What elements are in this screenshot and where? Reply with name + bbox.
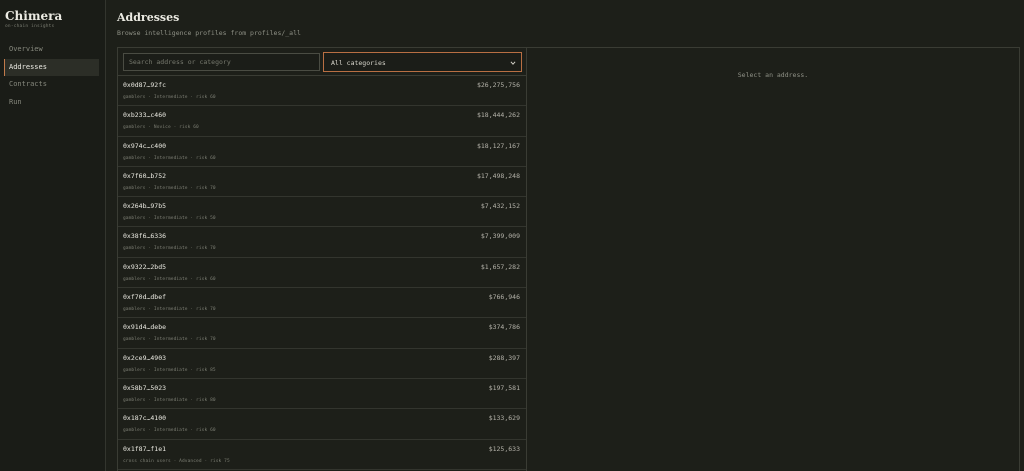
address-label: 0xf70d…dbef — [123, 293, 167, 302]
address-meta: gamblers · Intermediate · risk 60 — [123, 155, 216, 161]
address-label: 0x91d4…debe — [123, 323, 167, 332]
address-value: $7,399,009 — [480, 232, 520, 241]
page-subtitle: Browse intelligence profiles from profil… — [117, 29, 301, 37]
address-label: 0x2ce9…4903 — [123, 353, 167, 362]
address-label: 0x9322…2bd5 — [123, 262, 167, 271]
category-select-value: All categories — [331, 59, 386, 67]
address-meta: gamblers · Intermediate · risk 70 — [123, 337, 216, 343]
address-row[interactable]: 0x7f60…b752 gamblers · Intermediate · ris… — [118, 167, 526, 198]
address-row[interactable]: 0x2ce9…4903 gamblers · Intermediate · ris… — [118, 349, 526, 379]
address-label: 0x187c…4100 — [123, 414, 167, 423]
address-label: 0x58b7…5023 — [123, 383, 167, 392]
sidebar: Chimera on-chain insights Overview Addre… — [0, 0, 106, 471]
address-meta: gamblers · Intermediate · risk 80 — [123, 397, 216, 403]
address-label: 0x264b…97b5 — [123, 202, 167, 211]
address-meta: gamblers · Intermediate · risk 70 — [123, 185, 216, 191]
address-label: 0xb233…c460 — [123, 111, 167, 120]
address-value: $1,657,282 — [480, 262, 520, 271]
address-meta: cross chain users · Advanced · risk 75 — [123, 458, 230, 464]
page-title: Addresses — [117, 11, 180, 24]
address-meta: gamblers · Intermediate · risk 50 — [123, 216, 216, 222]
address-value: $17,498,248 — [476, 171, 520, 180]
address-label: 0x7f60…b752 — [123, 171, 167, 180]
sidebar-item-contracts[interactable]: Contracts — [4, 76, 99, 93]
sidebar-nav: Overview Addresses Contracts Run — [4, 41, 99, 111]
address-value: $197,581 — [488, 383, 520, 392]
detail-panel: Select an address. — [527, 47, 1020, 471]
app-name: Chimera — [5, 9, 63, 23]
chevron-down-icon — [510, 61, 516, 65]
address-row[interactable]: 0x38f6…6336 gamblers · Intermediate · ris… — [118, 227, 526, 258]
address-value: $766,946 — [488, 293, 520, 302]
address-value: $26,275,756 — [476, 81, 520, 89]
address-meta: gamblers · Intermediate · risk 70 — [123, 307, 216, 313]
address-list-panel: All categories 0x0d87…92fc gamblers · Int… — [117, 47, 527, 471]
address-row[interactable]: 0x974c…c400 gamblers · Intermediate · ris… — [118, 137, 526, 167]
address-row[interactable]: 0x264b…97b5 gamblers · Intermediate · ris… — [118, 197, 526, 228]
address-value: $288,397 — [488, 353, 520, 362]
address-value: $18,127,167 — [476, 141, 520, 150]
search-input[interactable] — [123, 53, 320, 71]
address-rows: 0x0d87…92fc gamblers · Intermediate · ris… — [118, 76, 526, 470]
sidebar-item-run[interactable]: Run — [4, 94, 99, 111]
address-row[interactable]: 0x187c…4100 gamblers · Intermediate · ris… — [118, 409, 526, 440]
address-meta: gamblers · Intermediate · risk 60 — [123, 428, 216, 434]
address-meta: gamblers · Intermediate · risk 60 — [123, 95, 216, 100]
category-select[interactable]: All categories — [323, 52, 522, 72]
address-row[interactable]: 0x1f87…f1e1 cross chain users · Advanced … — [118, 440, 526, 470]
detail-empty-message: Select an address. — [737, 71, 809, 79]
address-label: 0x974c…c400 — [123, 141, 167, 150]
filter-bar: All categories — [118, 48, 526, 76]
app-subtitle: on-chain insights — [5, 24, 55, 29]
address-meta: gamblers · Intermediate · risk 70 — [123, 246, 216, 252]
address-row[interactable]: 0x91d4…debe gamblers · Intermediate · ris… — [118, 318, 526, 349]
address-value: $7,432,152 — [480, 202, 520, 211]
address-label: 0x38f6…6336 — [123, 232, 167, 241]
address-meta: gamblers · Novice · risk 60 — [123, 125, 199, 131]
address-label: 0x0d87…92fc — [123, 81, 167, 89]
address-row[interactable]: 0xf70d…dbef gamblers · Intermediate · ris… — [118, 288, 526, 319]
address-value: $18,444,262 — [476, 111, 520, 120]
address-value: $125,633 — [488, 444, 520, 453]
address-row[interactable]: 0x0d87…92fc gamblers · Intermediate · ris… — [118, 76, 526, 107]
address-value: $133,629 — [488, 414, 520, 423]
address-row[interactable]: 0xb233…c460 gamblers · Novice · risk 60 $1… — [118, 106, 526, 137]
address-row[interactable]: 0x58b7…5023 gamblers · Intermediate · ris… — [118, 379, 526, 410]
address-meta: gamblers · Intermediate · risk 60 — [123, 276, 216, 282]
sidebar-item-addresses[interactable]: Addresses — [4, 58, 99, 76]
address-meta: gamblers · Intermediate · risk 85 — [123, 367, 216, 373]
address-label: 0x1f87…f1e1 — [123, 444, 167, 453]
sidebar-item-overview[interactable]: Overview — [4, 41, 99, 58]
address-row[interactable]: 0x9322…2bd5 gamblers · Intermediate · ris… — [118, 258, 526, 289]
address-value: $374,786 — [488, 323, 520, 332]
